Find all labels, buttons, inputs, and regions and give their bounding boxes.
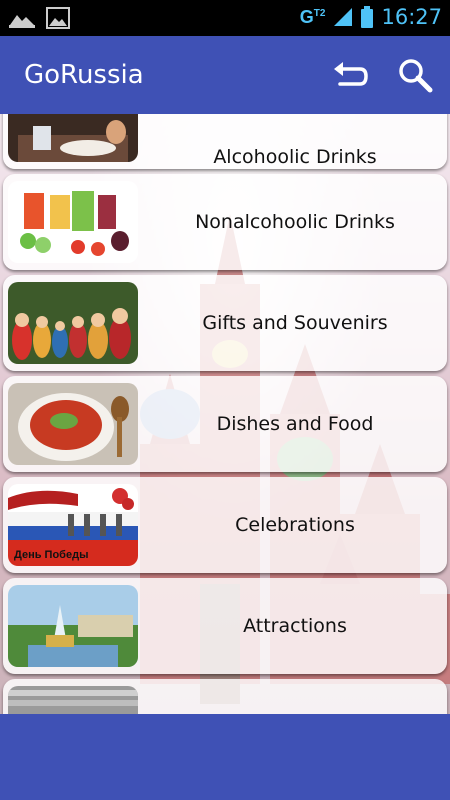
back-icon[interactable] bbox=[330, 56, 370, 96]
alcoholic-drinks-thumbnail bbox=[8, 114, 138, 162]
category-item-dishes-and-food[interactable]: Dishes and Food bbox=[3, 376, 447, 472]
celebrations-thumbnail-text: День Победы bbox=[14, 549, 88, 561]
gallery-icon bbox=[46, 7, 70, 29]
clock: 16:27 bbox=[381, 5, 442, 29]
search-icon[interactable] bbox=[396, 56, 436, 96]
category-label: Alcohoolic Drinks bbox=[213, 146, 377, 168]
category-label: Nonalcohoolic Drinks bbox=[195, 211, 395, 233]
category-item-gifts-and-souvenirs[interactable]: Gifts and Souvenirs bbox=[3, 275, 447, 371]
nonalcoholic-drinks-thumbnail bbox=[8, 181, 138, 263]
battery-icon bbox=[361, 6, 374, 28]
category-list[interactable]: Alcohoolic Drinks Nonalcohoolic Drinks G… bbox=[0, 114, 450, 714]
category-label: Gifts and Souvenirs bbox=[202, 312, 388, 334]
category-item[interactable] bbox=[3, 679, 447, 714]
category-thumbnail bbox=[8, 686, 138, 714]
status-bar: GT2 16:27 bbox=[0, 0, 450, 36]
cloud-sync-icon bbox=[8, 7, 36, 29]
category-item-alcoholic-drinks[interactable]: Alcohoolic Drinks bbox=[3, 114, 447, 169]
dishes-and-food-thumbnail bbox=[8, 383, 138, 465]
category-label: Attractions bbox=[243, 615, 347, 637]
bottom-bar bbox=[0, 714, 450, 800]
category-item-attractions[interactable]: Attractions bbox=[3, 578, 447, 674]
network-type: GT2 bbox=[299, 6, 326, 27]
notification-icons bbox=[8, 7, 70, 29]
app-bar: GoRussia bbox=[0, 36, 450, 114]
category-label bbox=[143, 679, 447, 714]
celebrations-thumbnail: День Победы bbox=[8, 484, 138, 566]
category-item-nonalcoholic-drinks[interactable]: Nonalcohoolic Drinks bbox=[3, 174, 447, 270]
category-label: Celebrations bbox=[235, 514, 355, 536]
app-title: GoRussia bbox=[24, 60, 144, 90]
attractions-thumbnail bbox=[8, 585, 138, 667]
category-item-celebrations[interactable]: День Победы Celebrations bbox=[3, 477, 447, 573]
category-label: Dishes and Food bbox=[216, 413, 374, 435]
signal-icon bbox=[333, 7, 353, 27]
gifts-and-souvenirs-thumbnail bbox=[8, 282, 138, 364]
